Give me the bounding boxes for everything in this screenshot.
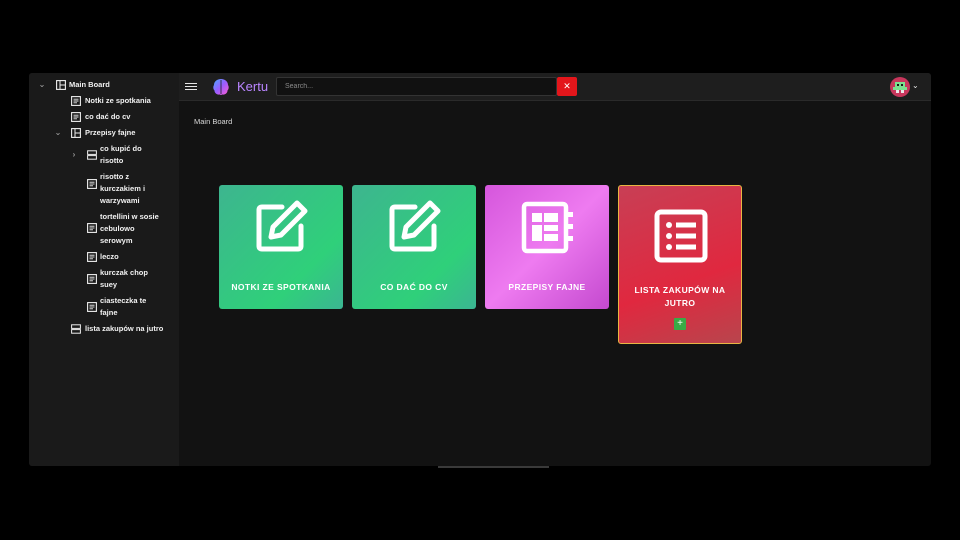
edit-icon (389, 200, 441, 252)
card-label: CO DAĆ DO CV (380, 282, 448, 292)
document-icon (87, 274, 97, 284)
sidebar-item-tortellini[interactable]: tortellini w sosie cebulowo serowym (29, 211, 179, 247)
card-label: LISTA ZAKUPÓW NA JUTRO (634, 285, 726, 308)
document-icon (71, 112, 81, 122)
list-icon (654, 209, 708, 263)
divider (438, 466, 549, 468)
sidebar-item-lista-zakupow[interactable]: lista zakupów na jutro (29, 323, 179, 335)
sidebar-item-ciasteczka[interactable]: ciasteczka te fajne (29, 295, 179, 319)
main-board: Main Board NOTKI ZE SPOTKANIA CO DAĆ DO … (179, 101, 931, 466)
card-label: PRZEPISY FAJNE (508, 282, 586, 292)
top-bar: Kertu ✕ ⌄ (179, 73, 931, 101)
document-icon (87, 252, 97, 262)
sidebar-item-label: Notki ze spotkania (85, 96, 151, 105)
chevron-down-icon[interactable]: ⌄ (912, 81, 919, 90)
sidebar-item-notki[interactable]: Notki ze spotkania (29, 95, 179, 107)
clear-search-button[interactable]: ✕ (557, 77, 577, 96)
sidebar-item-label: leczo (100, 252, 119, 261)
sidebar-item-przepisy-fajne[interactable]: ⌄ Przepisy fajne (29, 127, 179, 139)
sidebar-item-label: Przepisy fajne (85, 128, 136, 137)
list-icon (87, 150, 97, 160)
sidebar-item-co-dac-do-cv[interactable]: co dać do cv (29, 111, 179, 123)
sidebar-item-risotto-z-kurczakiem[interactable]: risotto z kurczakiem i warzywami (29, 171, 179, 207)
menu-icon[interactable] (185, 81, 197, 93)
sidebar-item-kurczak-chop-suey[interactable]: kurczak chop suey (29, 267, 179, 291)
board-card-lista-zakupow[interactable]: LISTA ZAKUPÓW NA JUTRO + (618, 185, 742, 344)
list-icon (71, 324, 81, 334)
sidebar-item-label: ciasteczka te fajne (100, 296, 147, 317)
chevron-right-icon[interactable]: › (69, 149, 79, 161)
edit-icon (256, 200, 308, 252)
add-item-button[interactable]: + (674, 318, 686, 330)
sidebar-item-label: lista zakupów na jutro (85, 324, 164, 333)
document-icon (71, 96, 81, 106)
board-icon (71, 128, 81, 138)
breadcrumb: Main Board (194, 117, 233, 126)
notebook-board-icon (521, 201, 573, 254)
app-window: ⌄ Main Board Notki ze spotkania co dać d… (29, 73, 931, 466)
sidebar-item-label: Main Board (69, 80, 110, 89)
board-icon (56, 80, 66, 90)
board-card-co-dac-do-cv[interactable]: CO DAĆ DO CV (352, 185, 476, 309)
board-card-notki[interactable]: NOTKI ZE SPOTKANIA (219, 185, 343, 309)
document-icon (87, 179, 97, 189)
sidebar-item-label: risotto z kurczakiem i warzywami (100, 172, 146, 205)
board-card-przepisy-fajne[interactable]: PRZEPISY FAJNE (485, 185, 609, 309)
pixel-avatar-icon (893, 82, 907, 93)
sidebar: ⌄ Main Board Notki ze spotkania co dać d… (29, 73, 179, 466)
brand-name: Kertu (237, 79, 269, 94)
chevron-down-icon[interactable]: ⌄ (37, 79, 47, 91)
chevron-down-icon[interactable]: ⌄ (53, 127, 63, 139)
document-icon (87, 223, 97, 233)
sidebar-item-main-board[interactable]: ⌄ Main Board (29, 79, 179, 91)
brain-logo-icon (213, 79, 229, 95)
search-input[interactable] (276, 77, 557, 96)
sidebar-item-label: tortellini w sosie cebulowo serowym (100, 212, 159, 245)
avatar[interactable] (890, 77, 910, 97)
card-label: NOTKI ZE SPOTKANIA (231, 282, 331, 292)
sidebar-item-label: co dać do cv (85, 112, 131, 121)
sidebar-item-co-kupic-do-risotto[interactable]: › co kupić do risotto (29, 143, 179, 167)
sidebar-item-leczo[interactable]: leczo (29, 251, 179, 263)
sidebar-item-label: co kupić do risotto (100, 144, 142, 165)
document-icon (87, 302, 97, 312)
sidebar-item-label: kurczak chop suey (100, 268, 148, 289)
